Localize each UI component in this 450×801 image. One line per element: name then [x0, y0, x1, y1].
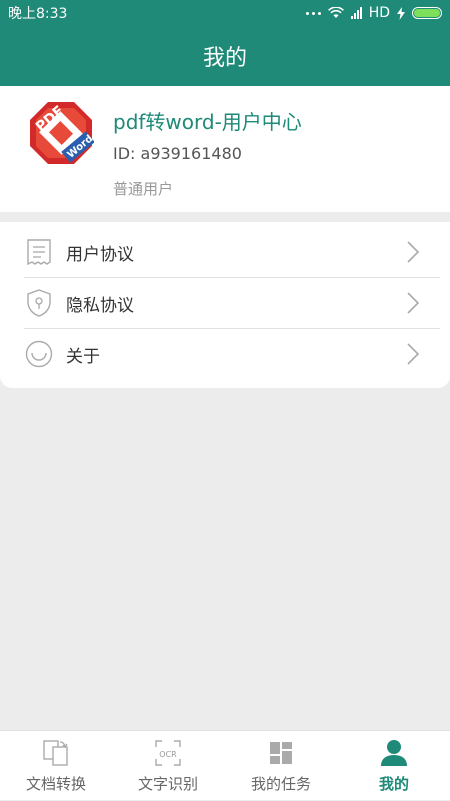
title-bar: 我的	[0, 26, 450, 86]
bottom-navigation: 文档转换 OCR 文字识别 我的任务 我的	[0, 730, 450, 800]
nav-tab-label: 文字识别	[137, 775, 198, 793]
menu-item-about[interactable]: 关于	[0, 328, 450, 379]
chevron-right-icon	[407, 292, 420, 314]
status-icons: HD	[305, 5, 442, 21]
more-dots-icon	[305, 11, 321, 15]
settings-menu: 用户协议 隐私协议 关于	[0, 222, 450, 388]
nav-tab-document-convert[interactable]: 文档转换	[0, 731, 112, 801]
nav-tab-mine[interactable]: 我的	[338, 731, 450, 801]
menu-item-label: 关于	[66, 347, 100, 367]
user-type: 普通用户	[113, 180, 174, 198]
chevron-right-icon	[407, 241, 420, 263]
app-name: pdf转word-用户中心	[113, 110, 302, 134]
menu-item-label: 隐私协议	[66, 296, 134, 316]
network-type: HD	[368, 5, 390, 21]
app-logo-icon: PDF Word	[30, 102, 94, 164]
ocr-icon-text: OCR	[159, 750, 177, 759]
wifi-icon	[327, 7, 344, 18]
status-bar: 晚上8:33 HD	[0, 0, 450, 26]
battery-icon	[412, 7, 442, 19]
nav-tab-ocr[interactable]: OCR 文字识别	[112, 731, 224, 801]
status-time: 晚上8:33	[8, 6, 68, 22]
nav-tab-label: 我的任务	[250, 775, 311, 793]
page-title: 我的	[202, 46, 247, 71]
charging-icon	[397, 6, 405, 20]
user-id: ID: a939161480	[113, 144, 242, 163]
menu-item-user-agreement[interactable]: 用户协议	[0, 226, 450, 277]
tasks-grid-icon	[270, 742, 292, 764]
nav-tab-my-tasks[interactable]: 我的任务	[225, 731, 337, 801]
signal-icon	[350, 7, 362, 19]
user-icon	[381, 740, 407, 766]
document-icon	[27, 239, 51, 266]
menu-item-label: 用户协议	[66, 245, 134, 265]
profile-card: PDF Word pdf转word-用户中心 ID: a939161480 普通…	[0, 86, 450, 212]
convert-document-icon	[43, 740, 68, 766]
ocr-icon: OCR	[155, 740, 181, 766]
chevron-right-icon	[407, 343, 420, 365]
nav-tab-label: 我的	[378, 775, 409, 793]
shield-icon	[27, 289, 51, 317]
menu-item-privacy-policy[interactable]: 隐私协议	[0, 277, 450, 328]
nav-tab-label: 文档转换	[25, 775, 86, 793]
smile-icon	[25, 340, 53, 368]
